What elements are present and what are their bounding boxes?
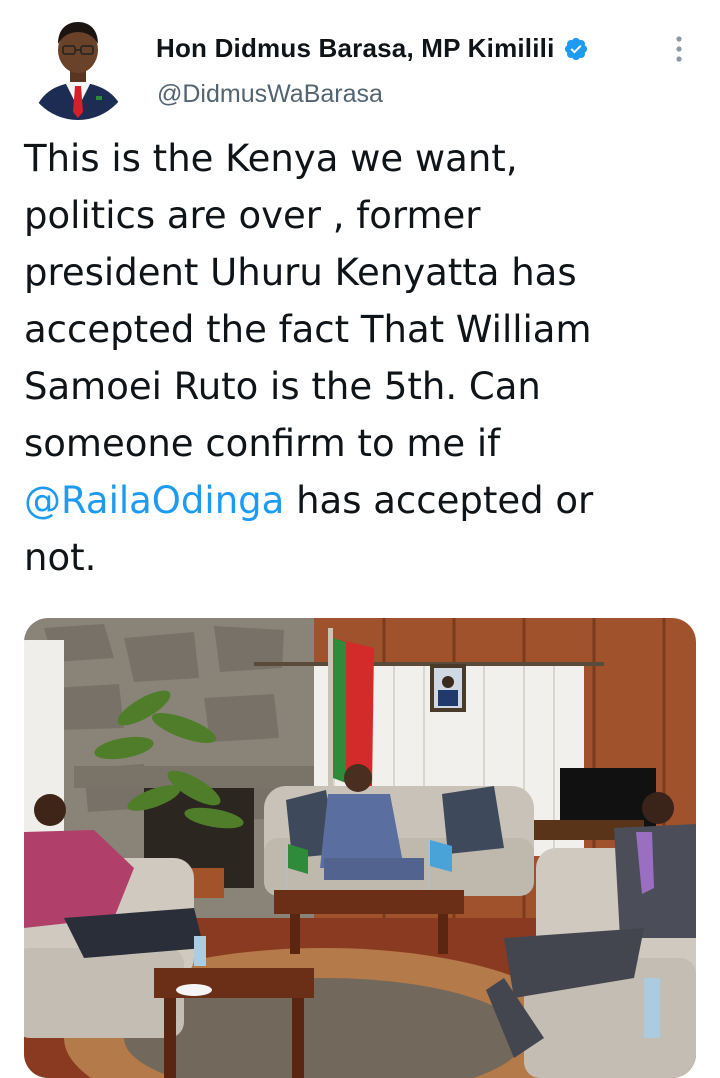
author-avatar[interactable] — [24, 12, 132, 120]
more-vertical-icon — [676, 36, 682, 62]
verified-badge-icon — [563, 36, 589, 62]
tweet-text: This is the Kenya we want, politics are … — [24, 130, 684, 586]
tweet-text-line-mention: @RailaOdinga has accepted or — [24, 472, 684, 529]
avatar-photo-icon — [24, 12, 132, 120]
tweet-photo[interactable] — [24, 618, 696, 1078]
tweet-text-line: president Uhuru Kenyatta has — [24, 251, 577, 294]
author-name-row: Hon Didmus Barasa, MP Kimilili — [156, 33, 589, 64]
author-name[interactable]: Hon Didmus Barasa, MP Kimilili — [156, 33, 555, 64]
meeting-photo-icon — [24, 618, 696, 1078]
tweet-text-fragment: has accepted or — [284, 479, 594, 522]
author-handle[interactable]: @DidmusWaBarasa — [157, 80, 383, 109]
tweet-text-line: This is the Kenya we want, — [24, 137, 518, 180]
tweet-header: Hon Didmus Barasa, MP Kimilili @DidmusWa… — [0, 0, 720, 130]
more-options-button[interactable] — [664, 30, 694, 70]
mention-link[interactable]: @RailaOdinga — [24, 479, 284, 522]
tweet-text-line: someone confirm to me if — [24, 422, 501, 465]
tweet-text-line: accepted the fact That William — [24, 308, 592, 351]
tweet-text-line: politics are over , former — [24, 194, 481, 237]
tweet-text-line: Samoei Ruto is the 5th. Can — [24, 365, 541, 408]
tweet-text-line: not. — [24, 536, 97, 579]
